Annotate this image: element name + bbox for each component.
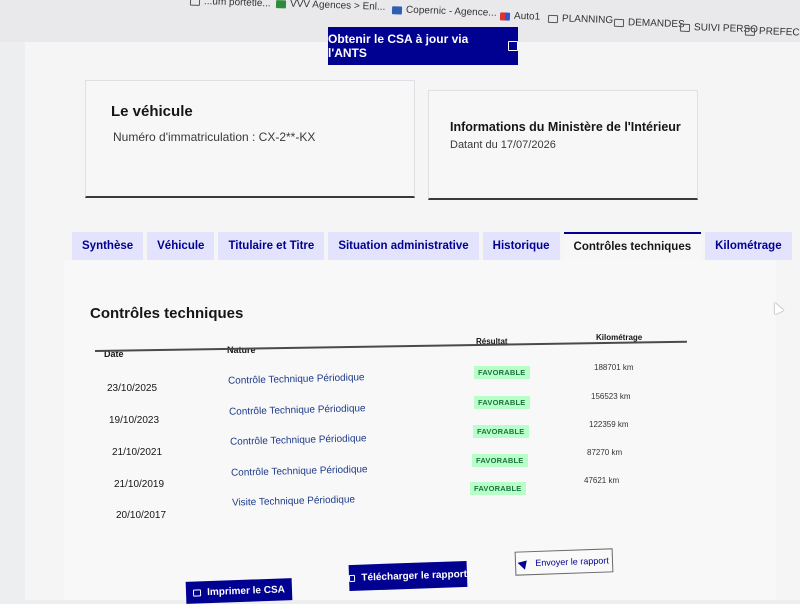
bookmark-5[interactable]: PLANNING bbox=[547, 13, 613, 26]
tab-titulaire[interactable]: Titulaire et Titre bbox=[218, 232, 325, 260]
folder-icon bbox=[613, 18, 625, 27]
printer-icon bbox=[348, 574, 356, 582]
section-title: Contrôles techniques bbox=[90, 305, 244, 322]
row-2-date: 19/10/2023 bbox=[109, 415, 160, 426]
download-report-button[interactable]: Télécharger le rapport bbox=[348, 560, 468, 592]
tab-vehicule[interactable]: Véhicule bbox=[147, 232, 215, 260]
bookmark-2[interactable]: VVV Agences > Enl... bbox=[275, 0, 386, 13]
blue-square-icon bbox=[391, 5, 403, 15]
tab-historique[interactable]: Historique bbox=[482, 232, 560, 260]
vehicle-card-title: Le véhicule bbox=[111, 103, 193, 120]
row-3-result-badge: FAVORABLE bbox=[473, 425, 529, 438]
folder-icon bbox=[744, 27, 756, 36]
printer-icon bbox=[192, 588, 202, 597]
folder-icon bbox=[189, 0, 201, 6]
bookmark-3[interactable]: Copernic - Agence... bbox=[391, 4, 497, 19]
tab-bar: Synthèse Véhicule Titulaire et Titre Sit… bbox=[72, 232, 792, 260]
row-4-result-badge: FAVORABLE bbox=[472, 454, 528, 467]
tab-controles-techniques[interactable]: Contrôles techniques bbox=[563, 232, 702, 260]
bookmark-4[interactable]: Auto1 bbox=[499, 10, 540, 23]
row-2-result-badge: FAVORABLE bbox=[474, 396, 530, 409]
green-square-icon bbox=[275, 0, 287, 8]
folder-icon bbox=[547, 14, 559, 23]
row-1-result-badge: FAVORABLE bbox=[474, 366, 530, 379]
row-1-date: 23/10/2025 bbox=[107, 383, 158, 394]
ministry-card-title: Informations du Ministère de l'Intérieur bbox=[450, 120, 681, 134]
row-5-date: 20/10/2017 bbox=[116, 510, 167, 521]
external-link-icon bbox=[508, 41, 518, 51]
bookmark-8[interactable]: PREFECTURE bbox=[744, 26, 800, 39]
send-report-button[interactable]: Envoyer le rapport bbox=[514, 548, 614, 576]
row-3-mileage: 122359 km bbox=[589, 420, 629, 429]
header-nature: Nature bbox=[227, 345, 256, 355]
row-4-mileage: 87270 km bbox=[587, 448, 623, 457]
row-5-mileage: 47621 km bbox=[584, 476, 620, 485]
row-2-mileage: 156523 km bbox=[591, 392, 631, 401]
folder-icon bbox=[679, 23, 691, 32]
tab-situation[interactable]: Situation administrative bbox=[328, 232, 479, 260]
row-5-result-badge: FAVORABLE bbox=[470, 482, 526, 495]
auto1-icon bbox=[499, 11, 511, 21]
registration-number: Numéro d'immatriculation : CX-2**-KX bbox=[113, 130, 316, 144]
ants-csa-button[interactable]: Obtenir le CSA à jour via l'ANTS bbox=[328, 27, 518, 65]
row-4-date: 21/10/2019 bbox=[114, 479, 165, 490]
tab-synthese[interactable]: Synthèse bbox=[72, 232, 144, 260]
row-1-mileage: 188701 km bbox=[594, 363, 634, 372]
tab-kilometrage[interactable]: Kilométrage bbox=[705, 232, 792, 260]
ministry-card-date: Datant du 17/07/2026 bbox=[450, 139, 556, 151]
bookmark-6[interactable]: DEMANDES bbox=[613, 17, 685, 30]
send-icon bbox=[517, 557, 531, 570]
row-3-date: 21/10/2021 bbox=[112, 447, 163, 458]
bookmark-1[interactable]: ...um portetle... bbox=[189, 0, 271, 9]
